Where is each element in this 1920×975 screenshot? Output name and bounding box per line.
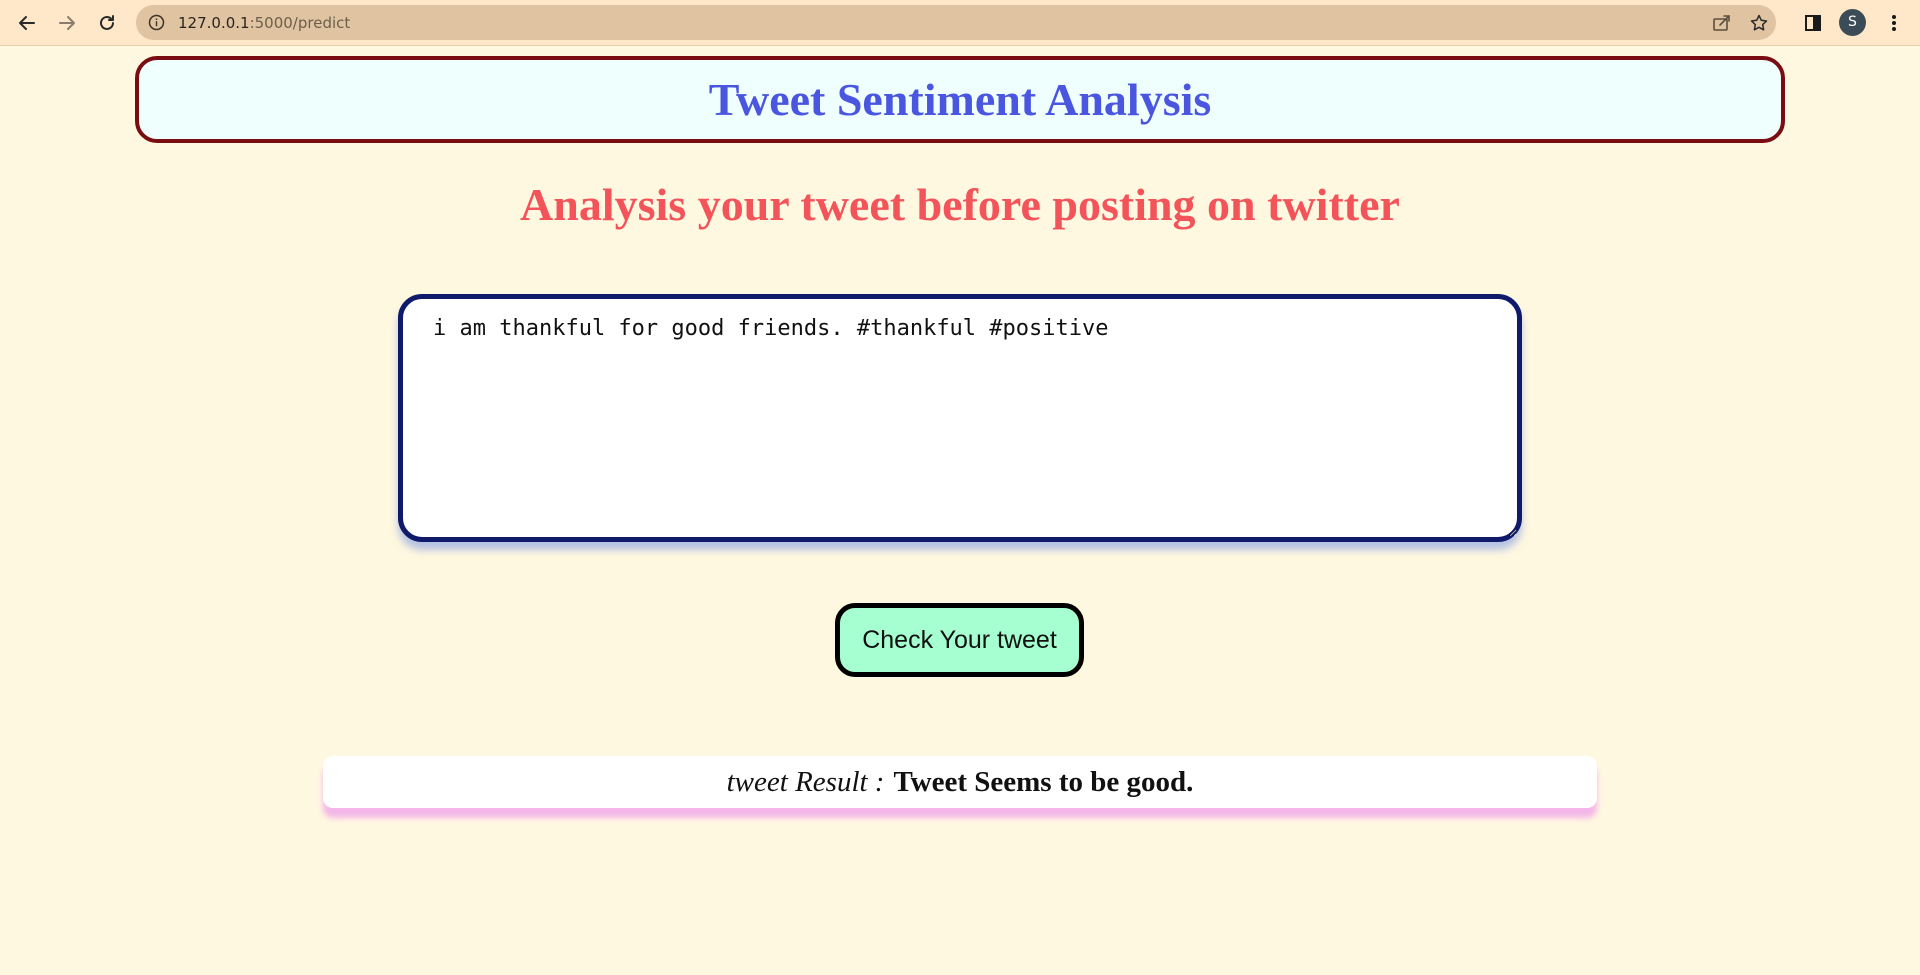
menu-icon bbox=[1892, 15, 1896, 31]
star-icon[interactable] bbox=[1750, 14, 1768, 37]
forward-icon bbox=[59, 16, 75, 30]
check-tweet-button[interactable]: Check Your tweet bbox=[835, 603, 1084, 677]
side-panel-button[interactable] bbox=[1799, 9, 1827, 37]
result-panel: tweet Result : Tweet Seems to be good. bbox=[323, 756, 1597, 808]
address-bar[interactable]: 127.0.0.1:5000/predict bbox=[136, 5, 1776, 40]
forward-button[interactable] bbox=[53, 9, 81, 37]
page-subtitle: Analysis your tweet before posting on tw… bbox=[520, 179, 1400, 230]
result-value: Tweet Seems to be good. bbox=[893, 765, 1194, 798]
header-banner: Tweet Sentiment Analysis bbox=[135, 56, 1785, 143]
reload-button[interactable] bbox=[93, 9, 121, 37]
url-path: :5000/predict bbox=[249, 14, 351, 32]
tweet-input[interactable]: i am thankful for good friends. #thankfu… bbox=[398, 294, 1522, 542]
page-title: Tweet Sentiment Analysis bbox=[708, 74, 1212, 125]
share-icon[interactable] bbox=[1712, 14, 1732, 37]
back-button[interactable] bbox=[13, 9, 41, 37]
reload-icon bbox=[100, 15, 114, 30]
url-text: 127.0.0.1:5000/predict bbox=[178, 14, 350, 32]
side-panel-icon bbox=[1805, 15, 1821, 31]
profile-avatar[interactable]: S bbox=[1839, 9, 1866, 36]
back-icon bbox=[19, 16, 35, 30]
site-info-icon[interactable] bbox=[148, 14, 165, 36]
result-label: tweet Result : bbox=[726, 765, 885, 798]
browser-toolbar: 127.0.0.1:5000/predict S bbox=[0, 0, 1920, 46]
browser-menu-button[interactable] bbox=[1880, 9, 1908, 37]
url-host: 127.0.0.1 bbox=[178, 14, 250, 32]
